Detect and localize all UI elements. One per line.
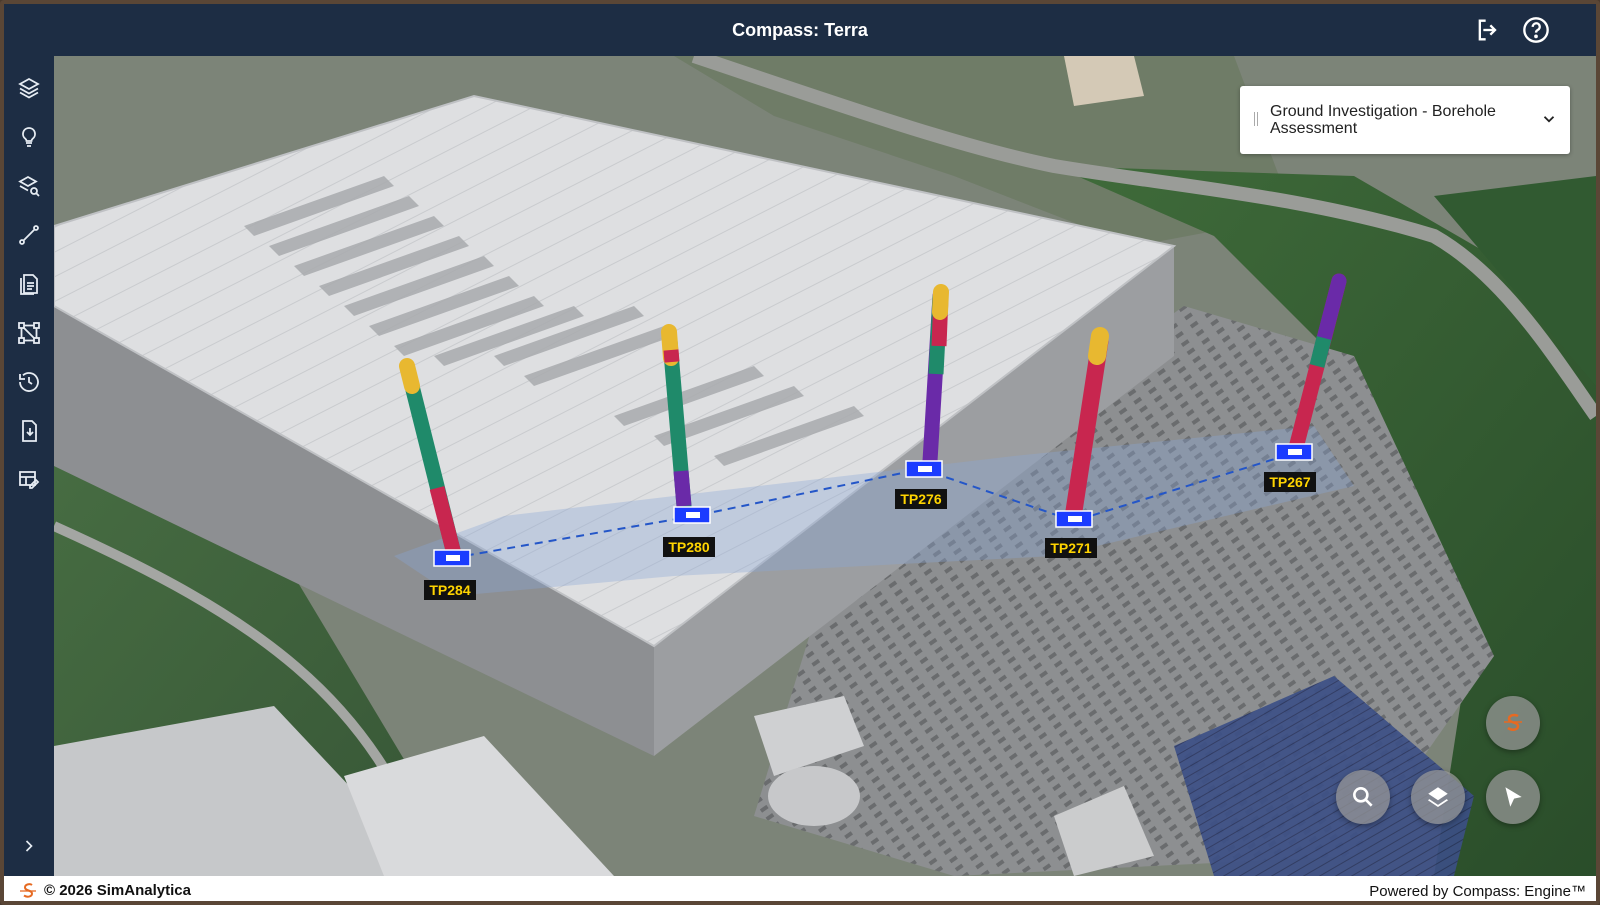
vector-shape-icon <box>18 322 40 344</box>
borehole-id: TP276 <box>900 491 941 507</box>
sidebar-item-measure[interactable] <box>17 223 41 247</box>
footer: © 2026 SimAnalytica Powered by Compass: … <box>4 876 1596 901</box>
borehole-id: TP271 <box>1050 540 1091 556</box>
borehole-label-tp280: TP280 <box>663 537 715 557</box>
lightbulb-icon <box>22 127 36 147</box>
sidebar-item-history[interactable] <box>17 370 41 394</box>
borehole-label-tp271: TP271 <box>1045 538 1097 558</box>
aerial-scene: TP284 TP280 TP276 TP271 TP267 <box>54 56 1596 876</box>
logout-icon[interactable] <box>1474 16 1502 44</box>
sidebar-item-edit-table[interactable] <box>17 468 41 492</box>
sidebar-item-export[interactable] <box>17 419 41 443</box>
history-icon <box>19 372 39 392</box>
chevron-right-icon <box>25 840 33 852</box>
help-icon[interactable] <box>1522 16 1550 44</box>
copyright-text: © 2026 SimAnalytica <box>44 882 191 899</box>
map-search-button[interactable] <box>1336 770 1390 824</box>
app-window: Compass: Terra TP284 TP280 TP276 TP271 T… <box>0 0 1600 905</box>
table-edit-icon <box>19 471 40 489</box>
map-select-button[interactable] <box>1486 770 1540 824</box>
borehole-label-tp276: TP276 <box>895 489 947 509</box>
layers-icon <box>18 77 40 99</box>
measure-line-icon <box>19 225 39 245</box>
simanalytica-logo-icon <box>18 881 38 901</box>
sidebar <box>4 56 54 876</box>
borehole-label-tp267: TP267 <box>1264 472 1316 492</box>
app-title: Compass: Terra <box>732 20 868 40</box>
file-export-icon <box>22 420 37 442</box>
layer-search-icon <box>18 175 40 197</box>
document-list-icon <box>20 274 38 295</box>
chevron-down-icon <box>1540 110 1558 128</box>
sidebar-item-reports[interactable] <box>17 272 41 296</box>
map-viewport[interactable]: TP284 TP280 TP276 TP271 TP267 Ground Inv… <box>54 56 1596 876</box>
top-bar: Compass: Terra <box>4 4 1596 56</box>
sidebar-item-model[interactable] <box>17 321 41 345</box>
sidebar-item-layer-search[interactable] <box>17 174 41 198</box>
drag-handle-icon[interactable] <box>1254 112 1258 126</box>
powered-by-text: Powered by Compass: Engine™ <box>1369 883 1586 900</box>
cursor-icon <box>1505 787 1522 807</box>
borehole-id: TP284 <box>429 582 470 598</box>
borehole-id: TP280 <box>668 539 709 555</box>
brand-button[interactable] <box>1486 696 1540 750</box>
borehole-id: TP267 <box>1269 474 1310 490</box>
dataset-dropdown[interactable]: Ground Investigation - Borehole Assessme… <box>1240 86 1570 154</box>
sidebar-item-layers[interactable] <box>17 76 41 100</box>
layers-icon <box>1427 787 1449 807</box>
dataset-selected-label: Ground Investigation - Borehole Assessme… <box>1270 103 1496 137</box>
map-layers-button[interactable] <box>1411 770 1465 824</box>
search-icon <box>1353 787 1373 807</box>
borehole-label-tp284: TP284 <box>424 580 476 600</box>
sidebar-item-insights[interactable] <box>17 125 41 149</box>
sidebar-expand-button[interactable] <box>19 836 39 856</box>
simanalytica-logo-icon <box>1504 713 1522 731</box>
